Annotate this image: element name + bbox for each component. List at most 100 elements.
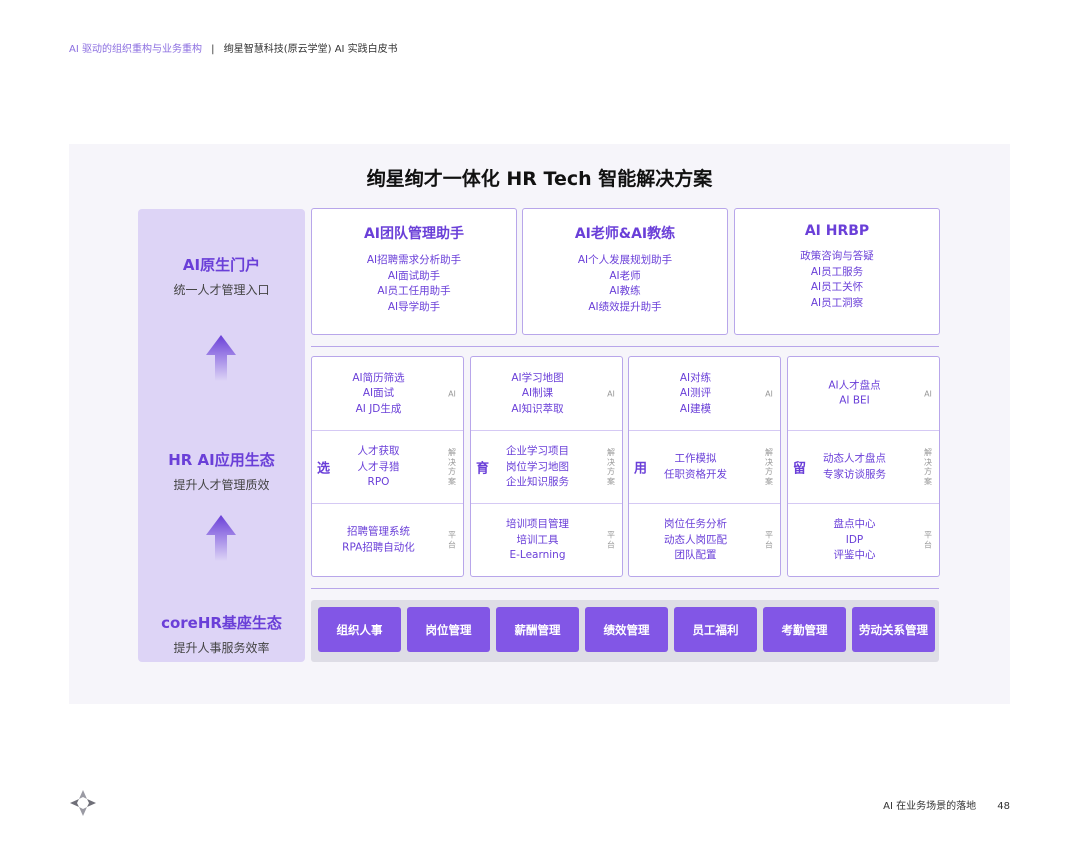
core-module-button[interactable]: 绩效管理 — [585, 607, 668, 652]
row-tag: 解决方案 — [448, 448, 456, 486]
app-row-items: 招聘管理系统 RPA招聘自动化 — [312, 525, 445, 556]
portal-card: AI团队管理助手 AI招聘需求分析助手 AI面试助手 AI员工任用助手 AI导学助手 — [311, 208, 517, 335]
app-item: 工作模拟 — [674, 452, 717, 465]
app-row: AI学习地图 AI制课 AI知识萃取 AI — [471, 357, 622, 430]
app-row: AI对练 AI测评 AI建模 AI — [629, 357, 780, 430]
app-item: 培训项目管理 — [506, 517, 569, 530]
portal-card-title: AI老师&AI教练 — [574, 226, 676, 242]
stage-label: 育 — [476, 461, 490, 477]
portal-card: AI HRBP 政策咨询与答疑 AI员工服务 AI员工关怀 AI员工洞察 — [734, 208, 940, 335]
app-row-items: 人才获取 人才寻猎 RPO — [312, 444, 445, 491]
row-tag: 平台 — [448, 530, 456, 550]
app-item: AI学习地图 — [511, 371, 564, 384]
core-module-button[interactable]: 薪酬管理 — [496, 607, 579, 652]
app-row-items: AI人才盘点 AI BEI — [788, 378, 921, 409]
row-tag: 解决方案 — [765, 448, 773, 486]
app-item: 团队配置 — [674, 548, 717, 561]
portal-card-item: AI员工关怀 — [810, 281, 864, 293]
portal-card-item: AI员工洞察 — [810, 296, 864, 309]
header-crumb-primary: AI 驱动的组织重构与业务重构 — [69, 44, 202, 55]
app-item: AI测评 — [679, 386, 712, 399]
row-tag: AI — [924, 388, 932, 398]
app-item: 专家访谈服务 — [823, 468, 886, 480]
arrow-up-icon — [206, 335, 236, 381]
app-item: RPO — [367, 475, 390, 488]
divider — [311, 588, 939, 589]
core-module-button[interactable]: 组织人事 — [318, 607, 401, 652]
app-item: AI简历筛选 — [352, 371, 405, 384]
app-column: AI人才盘点 AI BEI AI 动态人才盘点 专家访谈服务 解决方案留盘点中心 IDP 评鉴… — [787, 356, 940, 577]
app-item: 企业学习项目 — [506, 444, 569, 457]
app-item: AI对练 — [679, 371, 712, 384]
diagram-panel: 绚星绚才一体化 HR Tech 智能解决方案 AI原生门户 统一人才管理入口 H… — [69, 144, 1010, 704]
app-item: AI BEI — [839, 394, 870, 407]
app-row: 盘点中心 IDP 评鉴中心 平台 — [788, 503, 939, 576]
portal-card-item: AI老师 — [609, 269, 641, 282]
app-column: AI学习地图 AI制课 AI知识萃取 AI 企业学习项目 岗位学习地图 企业知识服务 解决方案… — [470, 356, 623, 577]
portal-card-items: 政策咨询与答疑 AI员工服务 AI员工关怀 AI员工洞察 — [735, 249, 939, 311]
app-item: 盘点中心 — [833, 517, 876, 530]
app-item: 企业知识服务 — [506, 475, 569, 488]
app-row: AI简历筛选 AI面试 AI JD生成 AI — [312, 357, 463, 430]
app-item: 动态人岗匹配 — [664, 533, 727, 546]
app-row-items: 培训项目管理 培训工具 E-Learning — [471, 517, 604, 564]
row-tag: 平台 — [765, 530, 773, 550]
portal-card-item: AI教练 — [609, 285, 641, 297]
app-item: 培训工具 — [516, 533, 559, 546]
layer-portal: AI原生门户 统一人才管理入口 — [138, 254, 305, 298]
stage-label: 留 — [793, 461, 807, 477]
core-module-button[interactable]: 考勤管理 — [763, 607, 846, 652]
app-item: AI知识萃取 — [511, 402, 564, 415]
header-crumb-secondary: 绚星智慧科技(原云学堂) AI 实践白皮书 — [223, 44, 398, 55]
core-hr-bar: 组织人事 岗位管理 薪酬管理 绩效管理 员工福利 考勤管理 劳动关系管理 — [311, 600, 939, 662]
app-item: 招聘管理系统 — [347, 525, 410, 538]
layer-core-hr: coreHR基座生态 提升人事服务效率 — [138, 612, 305, 656]
portal-card-item: 政策咨询与答疑 — [800, 250, 874, 262]
layer-subtitle: 统一人才管理入口 — [173, 283, 270, 297]
app-row: 培训项目管理 培训工具 E-Learning 平台 — [471, 503, 622, 576]
portal-card-items: AI个人发展规划助手 AI老师 AI教练 AI绩效提升助手 — [523, 253, 727, 315]
core-module-button[interactable]: 员工福利 — [674, 607, 757, 652]
stage-label: 选 — [317, 461, 331, 477]
app-item: AI JD生成 — [355, 402, 402, 415]
portal-card-item: AI面试助手 — [387, 269, 441, 282]
layer-title: HR AI应用生态 — [168, 451, 275, 469]
page-header: AI 驱动的组织重构与业务重构 | 绚星智慧科技(原云学堂) AI 实践白皮书 — [69, 40, 398, 55]
app-column: AI对练 AI测评 AI建模 AI 工作模拟 任职资格开发 解决方案用岗位任务分析 动态人岗匹… — [628, 356, 781, 577]
app-row-items: 岗位任务分析 动态人岗匹配 团队配置 — [629, 517, 762, 564]
app-item: 任职资格开发 — [664, 468, 727, 480]
row-tag: AI — [607, 388, 615, 398]
stage-label: 用 — [634, 461, 648, 477]
divider — [311, 346, 939, 347]
layer-column: AI原生门户 统一人才管理入口 HR AI应用生态 提升人才管理质效 coreH… — [138, 209, 305, 662]
row-tag: 平台 — [924, 530, 932, 550]
app-item: RPA招聘自动化 — [342, 541, 415, 553]
app-item: E-Learning — [509, 548, 566, 561]
app-row: 招聘管理系统 RPA招聘自动化 平台 — [312, 503, 463, 576]
core-module-button[interactable]: 岗位管理 — [407, 607, 490, 652]
page-number: 48 — [997, 801, 1010, 812]
app-item: 人才获取 — [357, 444, 400, 457]
layer-title: coreHR基座生态 — [161, 614, 282, 632]
footer-section: AI 在业务场景的落地 — [883, 801, 977, 812]
row-tag: 平台 — [607, 530, 615, 550]
header-separator: | — [211, 44, 215, 55]
app-row-items: 动态人才盘点 专家访谈服务 — [788, 452, 921, 483]
app-row-items: AI学习地图 AI制课 AI知识萃取 — [471, 370, 604, 417]
portal-card-item: AI员工任用助手 — [377, 285, 451, 297]
app-row: 工作模拟任职资格开发 解决方案 用 — [629, 430, 780, 503]
app-item: 动态人才盘点 — [823, 452, 886, 465]
portal-card-title: AI团队管理助手 — [363, 226, 465, 242]
app-row: 企业学习项目 岗位学习地图 企业知识服务 解决方案育 — [471, 430, 622, 503]
portal-card-item: AI绩效提升助手 — [588, 300, 662, 313]
row-tag: 解决方案 — [924, 448, 932, 486]
row-tag: AI — [765, 388, 773, 398]
portal-card-title: AI HRBP — [804, 223, 870, 239]
footer: AI 在业务场景的落地 48 — [883, 797, 1010, 812]
core-module-button[interactable]: 劳动关系管理 — [852, 607, 935, 652]
app-item: AI制课 — [521, 386, 554, 399]
app-row-items: 盘点中心 IDP 评鉴中心 — [788, 517, 921, 564]
layer-title: AI原生门户 — [182, 256, 261, 274]
app-row-items: AI对练 AI测评 AI建模 — [629, 370, 762, 417]
app-item: AI面试 — [362, 386, 395, 399]
